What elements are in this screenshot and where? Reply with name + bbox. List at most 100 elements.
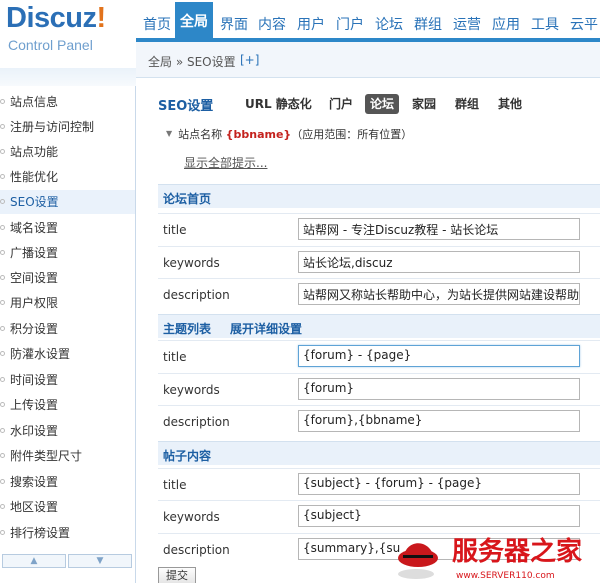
post-description-input[interactable]: {summary},{su — [298, 538, 580, 560]
tab-users[interactable]: 用户 — [293, 14, 329, 38]
subtab-other[interactable]: 其他 — [493, 94, 527, 114]
form-row: description {summary},{su — [158, 533, 600, 565]
field-label: description — [163, 415, 230, 429]
bullet-icon — [0, 402, 5, 407]
sidebar-item-space[interactable]: 空间设置 — [0, 266, 135, 290]
section-forum-index: 论坛首页 — [158, 184, 600, 208]
sidebar-item-search[interactable]: 搜索设置 — [0, 470, 135, 494]
add-shortcut-button[interactable]: [+] — [240, 53, 259, 67]
bullet-icon — [0, 124, 5, 129]
form-row: keywords {subject} — [158, 500, 600, 532]
tab-apps[interactable]: 应用 — [488, 14, 524, 38]
form-row: keywords {forum} — [158, 373, 600, 405]
sidebar-item-domain[interactable]: 域名设置 — [0, 216, 135, 240]
subtab-portal[interactable]: 门户 — [324, 94, 358, 114]
sidebar-item-performance[interactable]: 性能优化 — [0, 165, 135, 189]
submit-button[interactable]: 提交 — [158, 567, 196, 583]
bullet-icon — [0, 530, 5, 535]
sidebar-item-permission[interactable]: 用户权限 — [0, 291, 135, 315]
sidebar-item-upload[interactable]: 上传设置 — [0, 393, 135, 417]
field-label: keywords — [163, 383, 220, 397]
scroll-up-icon[interactable]: ▲ — [2, 554, 66, 568]
bullet-icon — [0, 504, 5, 509]
sidebar-item-seo[interactable]: SEO设置 — [0, 190, 135, 214]
sidebar-scroll: ▲ ▼ — [2, 554, 134, 570]
field-label: title — [163, 223, 187, 237]
subtab-group[interactable]: 群组 — [450, 94, 484, 114]
field-label: keywords — [163, 510, 220, 524]
bullet-icon — [0, 428, 5, 433]
field-label: title — [163, 350, 187, 364]
bullet-icon — [0, 479, 5, 484]
bullet-icon — [0, 351, 5, 356]
bullet-icon — [0, 377, 5, 382]
post-keywords-input[interactable]: {subject} — [298, 505, 580, 527]
bullet-icon — [0, 225, 5, 230]
tab-global[interactable]: 全局 — [175, 2, 213, 40]
tab-home[interactable]: 首页 — [139, 14, 175, 38]
thread-list-keywords-input[interactable]: {forum} — [298, 378, 580, 400]
field-label: keywords — [163, 256, 220, 270]
variable-hint: ▼ 站点名称 {bbname}（应用范围：所有位置） — [166, 128, 413, 141]
tab-operation[interactable]: 运营 — [449, 14, 485, 38]
scroll-down-icon[interactable]: ▼ — [68, 554, 132, 568]
sidebar-item-ranklist[interactable]: 排行榜设置 — [0, 521, 135, 545]
form-row: title 站帮网 - 专注Discuz教程 - 站长论坛 — [158, 213, 600, 245]
bullet-icon — [0, 250, 5, 255]
post-title-input[interactable]: {subject} - {forum} - {page} — [298, 473, 580, 495]
subtab-home[interactable]: 家园 — [407, 94, 441, 114]
thread-list-description-input[interactable]: {forum},{bbname} — [298, 410, 580, 432]
section-title: 帖子内容 — [163, 449, 212, 463]
sidebar-item-antispam[interactable]: 防灌水设置 — [0, 342, 135, 366]
sidebar: 站点信息 注册与访问控制 站点功能 性能优化 SEO设置 域名设置 广播设置 空… — [0, 68, 136, 583]
page-title: SEO设置 — [158, 99, 214, 114]
sidebar-item-attachment[interactable]: 附件类型尺寸 — [0, 444, 135, 468]
tab-forum[interactable]: 论坛 — [371, 14, 407, 38]
sidebar-item-broadcast[interactable]: 广播设置 — [0, 241, 135, 265]
expand-details-link[interactable]: 展开详细设置 — [230, 320, 302, 337]
logo-subtitle: Control Panel — [8, 37, 93, 53]
bullet-icon — [0, 99, 5, 104]
forum-index-title-input[interactable]: 站帮网 - 专注Discuz教程 - 站长论坛 — [298, 218, 580, 240]
field-label: title — [163, 478, 187, 492]
subtab-forum[interactable]: 论坛 — [365, 94, 400, 114]
subtab-url-static[interactable]: URL 静态化 — [240, 94, 317, 114]
section-post-content: 帖子内容 — [158, 441, 600, 465]
main-content: SEO设置 URL 静态化 门户 论坛 家园 群组 其他 ▼ 站点名称 {bbna… — [136, 78, 600, 583]
sidebar-item-site-function[interactable]: 站点功能 — [0, 140, 135, 164]
bullet-icon — [0, 149, 5, 154]
logo-brand: Discuz! — [6, 2, 106, 34]
tab-tools[interactable]: 工具 — [527, 14, 563, 38]
bullet-icon — [0, 326, 5, 331]
tab-ui[interactable]: 界面 — [216, 14, 252, 38]
bullet-icon — [0, 300, 5, 305]
thread-list-title-input[interactable]: {forum} - {page} — [298, 345, 580, 367]
form-row: title {forum} - {page} — [158, 340, 600, 372]
tab-content[interactable]: 内容 — [254, 14, 290, 38]
tab-portal[interactable]: 门户 — [332, 14, 368, 38]
tab-cloud[interactable]: 云平 — [566, 14, 600, 38]
breadcrumb: 全局 » SEO设置 [+] — [136, 42, 600, 78]
field-label: description — [163, 288, 230, 302]
bullet-icon — [0, 174, 5, 179]
bullet-icon — [0, 199, 5, 204]
sidebar-item-credits[interactable]: 积分设置 — [0, 317, 135, 341]
section-title: 主题列表 — [163, 322, 212, 336]
forum-index-description-input[interactable]: 站帮网又称站长帮助中心，为站长提供网站建设帮助 — [298, 283, 580, 305]
sidebar-item-time[interactable]: 时间设置 — [0, 368, 135, 392]
show-all-hints-link[interactable]: 显示全部提示... — [184, 154, 267, 171]
top-nav: 首页 全局 界面 内容 用户 门户 论坛 群组 运营 应用 工具 云平 — [136, 0, 600, 42]
tab-group[interactable]: 群组 — [410, 14, 446, 38]
sidebar-item-region[interactable]: 地区设置 — [0, 495, 135, 519]
sidebar-item-register[interactable]: 注册与访问控制 — [0, 115, 135, 139]
field-label: description — [163, 543, 230, 557]
breadcrumb-text: 全局 » SEO设置 — [148, 55, 236, 69]
sidebar-item-site-info[interactable]: 站点信息 — [0, 90, 135, 114]
forum-index-keywords-input[interactable]: 站长论坛,discuz — [298, 251, 580, 273]
bullet-icon — [0, 275, 5, 280]
form-row: title {subject} - {forum} - {page} — [158, 468, 600, 500]
section-thread-list: 主题列表 展开详细设置 — [158, 314, 600, 338]
form-row: keywords 站长论坛,discuz — [158, 246, 600, 278]
sidebar-item-watermark[interactable]: 水印设置 — [0, 419, 135, 443]
form-row: description {forum},{bbname} — [158, 405, 600, 437]
